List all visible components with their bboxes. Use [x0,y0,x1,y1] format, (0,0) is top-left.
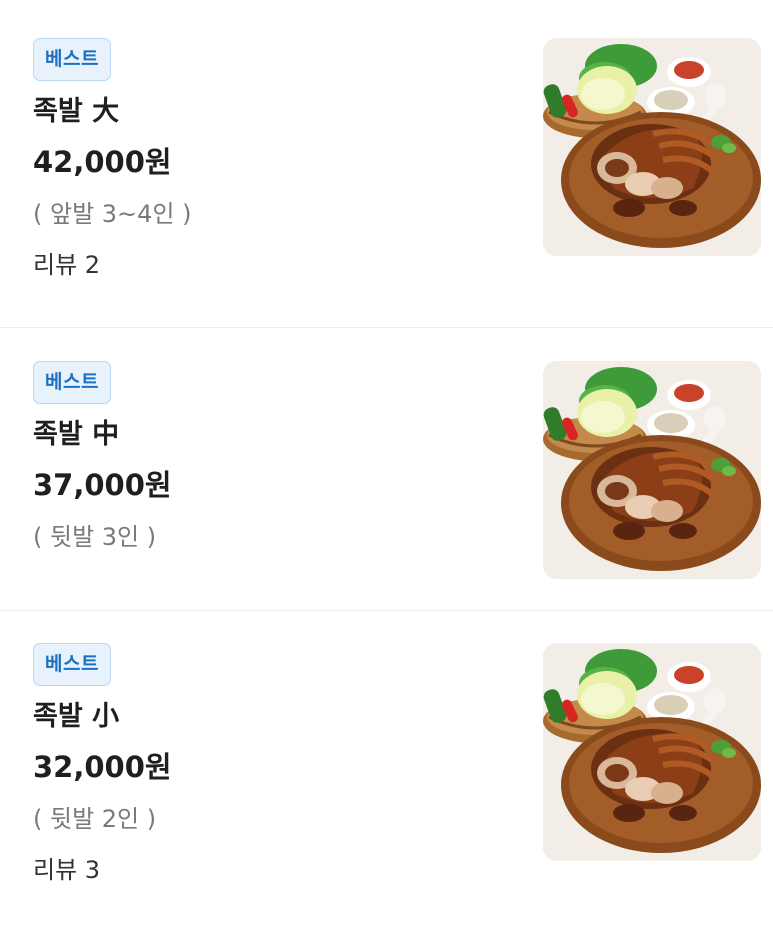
menu-list: 베스트 족발 大 42,000원 ( 앞발 3~4인 ) 리뷰 2 베스트 족발… [0,0,773,935]
menu-item-info: 베스트 족발 中 37,000원 ( 뒷발 3인 ) [33,361,503,552]
menu-item-name: 족발 中 [33,419,120,450]
menu-item[interactable]: 베스트 족발 大 42,000원 ( 앞발 3~4인 ) 리뷰 2 [0,0,773,327]
menu-item[interactable]: 베스트 족발 中 37,000원 ( 뒷발 3인 ) [0,327,773,610]
menu-item[interactable]: 베스트 족발 小 32,000원 ( 뒷발 2인 ) 리뷰 3 [0,610,773,935]
best-badge: 베스트 [33,643,111,686]
jokbal-photo-icon[interactable] [543,38,761,256]
menu-item-description: ( 뒷발 3인 ) [33,523,157,551]
review-count[interactable]: 리뷰 2 [33,250,503,280]
menu-item-info: 베스트 족발 小 32,000원 ( 뒷발 2인 ) 리뷰 3 [33,643,503,885]
menu-item-name: 족발 小 [33,701,120,732]
jokbal-photo-icon[interactable] [543,361,761,579]
menu-item-description: ( 앞발 3~4인 ) [33,200,192,228]
best-badge: 베스트 [33,38,111,81]
best-badge: 베스트 [33,361,111,404]
menu-item-description: ( 뒷발 2인 ) [33,805,157,833]
menu-item-info: 베스트 족발 大 42,000원 ( 앞발 3~4인 ) 리뷰 2 [33,38,503,280]
menu-item-price: 37,000원 [33,468,172,502]
jokbal-photo-icon[interactable] [543,643,761,861]
menu-item-price: 32,000원 [33,750,172,784]
menu-item-name: 족발 大 [33,96,120,127]
review-count[interactable]: 리뷰 3 [33,855,503,885]
menu-item-price: 42,000원 [33,145,172,179]
